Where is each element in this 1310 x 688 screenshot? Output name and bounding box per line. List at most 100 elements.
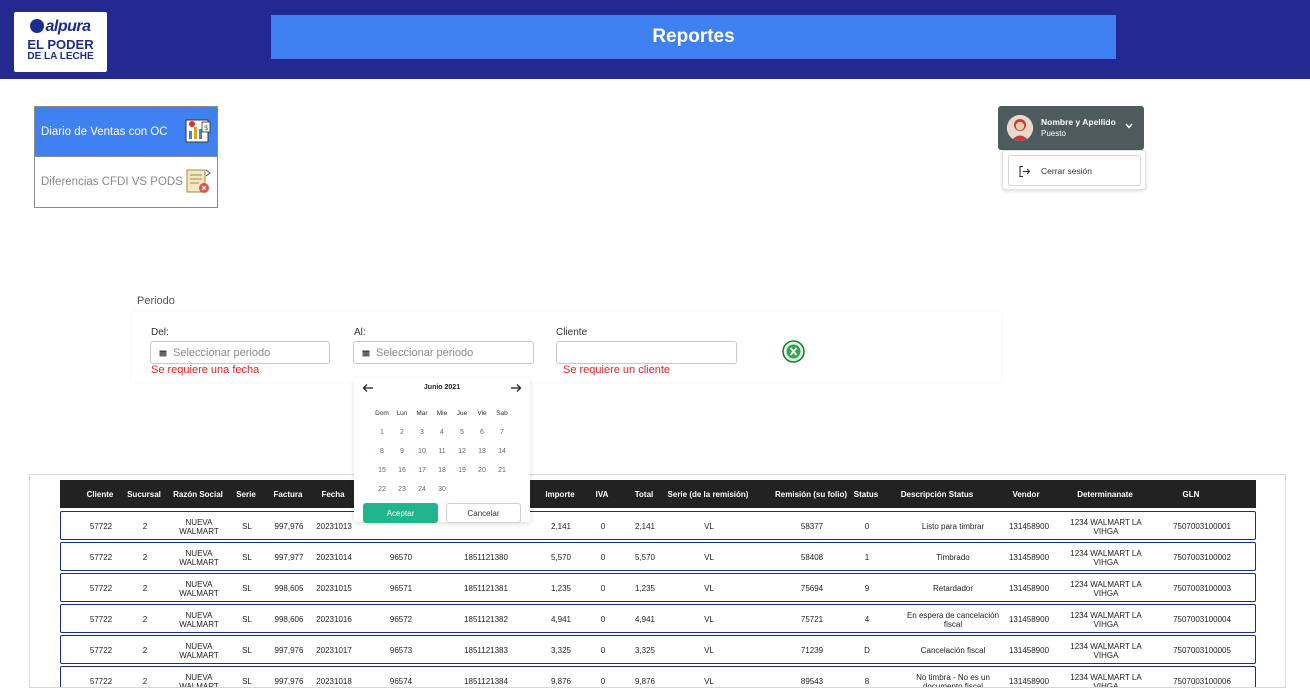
cell-sucursal: 2	[142, 553, 148, 562]
day-cell[interactable]: 17	[412, 467, 432, 474]
cancel-button[interactable]: Cancelar	[446, 503, 521, 523]
day-cell[interactable]: 11	[432, 448, 452, 455]
report-item-diferencias-cfdi[interactable]: Diferencias CFDI VS PODS	[35, 157, 217, 207]
cliente-input[interactable]	[556, 341, 737, 364]
day-cell[interactable]: 4	[432, 429, 452, 436]
cell-cliente: 57722	[89, 677, 113, 686]
table-row[interactable]: 57722 2 NUEVA WALMART SL 997,976 20231018 9657…	[60, 666, 1256, 688]
al-date-input[interactable]: Seleccionar periodo	[353, 341, 534, 364]
cell-factura: 997,976	[274, 677, 304, 686]
cell-total: 1,235	[634, 584, 656, 593]
day-cell[interactable]: 21	[492, 467, 512, 474]
cell-col8: 1851121382	[464, 615, 508, 624]
day-cell[interactable]: 3	[412, 429, 432, 436]
avatar	[1007, 115, 1033, 141]
cell-factura: 997,976	[274, 522, 304, 531]
weekday-label: Sab	[496, 410, 508, 417]
cell-gln: 7507003100003	[1173, 584, 1231, 593]
del-label: Del:	[151, 327, 169, 338]
day-cell[interactable]: 16	[392, 467, 412, 474]
day-cell[interactable]: 19	[452, 467, 472, 474]
alpura-logo[interactable]: alpura EL PODER DE LA LECHE	[14, 12, 107, 72]
col-serie[interactable]: Serie	[234, 480, 258, 508]
user-menu[interactable]: Nombre y Apellido Puesto	[998, 106, 1144, 150]
cell-vendor: 131458900	[1008, 615, 1050, 624]
day-cell[interactable]: 18	[432, 467, 452, 474]
day-cell[interactable]: 15	[372, 467, 392, 474]
day-cell[interactable]: 30	[432, 486, 452, 493]
cell-razon-social: NUEVA WALMART	[179, 548, 219, 567]
cell-vendor: 131458900	[1008, 553, 1050, 562]
excel-icon[interactable]	[782, 340, 805, 363]
day-cell[interactable]: 1	[372, 429, 392, 436]
col-status[interactable]: Status	[848, 480, 884, 508]
col-serie-remision[interactable]: Serie (de la remisión)	[664, 480, 752, 508]
cell-razon-social: NUEVA WALMART	[179, 672, 219, 688]
col-descripcion-status[interactable]: Descripción Status	[896, 480, 978, 508]
accept-button[interactable]: Aceptar	[363, 503, 438, 523]
chevron-down-icon[interactable]	[1124, 121, 1134, 131]
cell-cliente: 57722	[89, 553, 113, 562]
week-row: 15 16 17 18 19 20 21	[372, 461, 512, 480]
cell-gln: 7507003100006	[1173, 677, 1231, 686]
cell-col7: 96573	[389, 646, 413, 655]
day-cell[interactable]: 8	[372, 448, 392, 455]
day-cell[interactable]: 22	[372, 486, 392, 493]
table-row[interactable]: 57722 2 NUEVA WALMART SL 997,977 20231014 9657…	[60, 542, 1256, 571]
day-cell[interactable]: 6	[472, 429, 492, 436]
table-row[interactable]: 57722 2 NUEVA WALMART SL 997,976 20231013 2,14…	[60, 511, 1256, 540]
del-date-input[interactable]: Seleccionar periodo	[150, 341, 330, 364]
week-row: 1234567	[372, 423, 512, 442]
logo-tagline-2: DE LA LECHE	[27, 51, 94, 62]
cell-total: 3,325	[634, 646, 656, 655]
cell-total: 5,570	[634, 553, 656, 562]
day-cell[interactable]: 24	[412, 486, 432, 493]
col-total[interactable]: Total	[630, 480, 658, 508]
calendar-icon	[362, 350, 370, 357]
col-cliente[interactable]: Cliente	[78, 480, 122, 508]
cell-determinanate: 1234 WALMART LA VIHGA	[1070, 641, 1142, 660]
cell-status: 9	[864, 584, 870, 593]
col-razon-social[interactable]: Razón Social	[170, 480, 226, 508]
svg-text:$: $	[204, 124, 208, 132]
col-sucursal[interactable]: Sucursal	[124, 480, 164, 508]
logo-brand-text: alpura	[45, 18, 91, 35]
day-cell[interactable]: 10	[412, 448, 432, 455]
day-cell[interactable]: 13	[472, 448, 492, 455]
col-importe[interactable]: Importe	[540, 480, 580, 508]
weekday-label: Vie	[477, 410, 487, 417]
day-cell[interactable]: 7	[492, 429, 512, 436]
day-cell[interactable]: 5	[452, 429, 472, 436]
cell-serie-remision: VL	[704, 584, 714, 593]
day-cell[interactable]: 9	[392, 448, 412, 455]
col-vendor[interactable]: Vendor	[1008, 480, 1044, 508]
date-picker: Junio 2021 Dom Lun Mar Mie Jue Vie Sab 1 2 3 4 5 6 7 8…	[354, 378, 530, 523]
table-row[interactable]: 57722 2 NUEVA WALMART SL 998,606 20231016 9657…	[60, 604, 1256, 633]
cell-determinanate: 1234 WALMART LA VIHGA	[1070, 610, 1142, 629]
cell-factura: 998,606	[274, 615, 304, 624]
report-item-diario-ventas[interactable]: Diario de Ventas con OC $	[35, 107, 217, 157]
table-row[interactable]: 57722 2 NUEVA WALMART SL 997,976 20231017 9657…	[60, 635, 1256, 664]
col-iva[interactable]: IVA	[590, 480, 614, 508]
day-cell[interactable]: 23	[392, 486, 412, 493]
date-picker-month: Junio 2021	[423, 384, 461, 391]
cell-razon-social: NUEVA WALMART	[179, 579, 219, 598]
col-determinanate[interactable]: Determinanate	[1066, 480, 1144, 508]
logout-label: Cerrar sesión	[1041, 165, 1093, 176]
table-row[interactable]: 57722 2 NUEVA WALMART SL 998,605 20231015 9657…	[60, 573, 1256, 602]
col-fecha[interactable]: Fecha	[318, 480, 348, 508]
cell-serie-remision: VL	[704, 677, 714, 686]
cell-col7: 96572	[389, 615, 413, 624]
day-cell[interactable]: 2	[392, 429, 412, 436]
logout-button[interactable]: Cerrar sesión	[1008, 155, 1141, 186]
day-cell[interactable]: 14	[492, 448, 512, 455]
user-avatar-icon	[1007, 115, 1033, 141]
col-factura[interactable]: Factura	[268, 480, 308, 508]
cell-determinanate: 1234 WALMART LA VIHGA	[1070, 548, 1142, 567]
arrow-right-icon[interactable]	[510, 383, 522, 393]
col-gln[interactable]: GLN	[1176, 480, 1206, 508]
day-cell[interactable]: 20	[472, 467, 492, 474]
day-cell[interactable]: 12	[452, 448, 472, 455]
cell-status: 0	[864, 522, 870, 531]
cell-status: D	[864, 646, 870, 655]
